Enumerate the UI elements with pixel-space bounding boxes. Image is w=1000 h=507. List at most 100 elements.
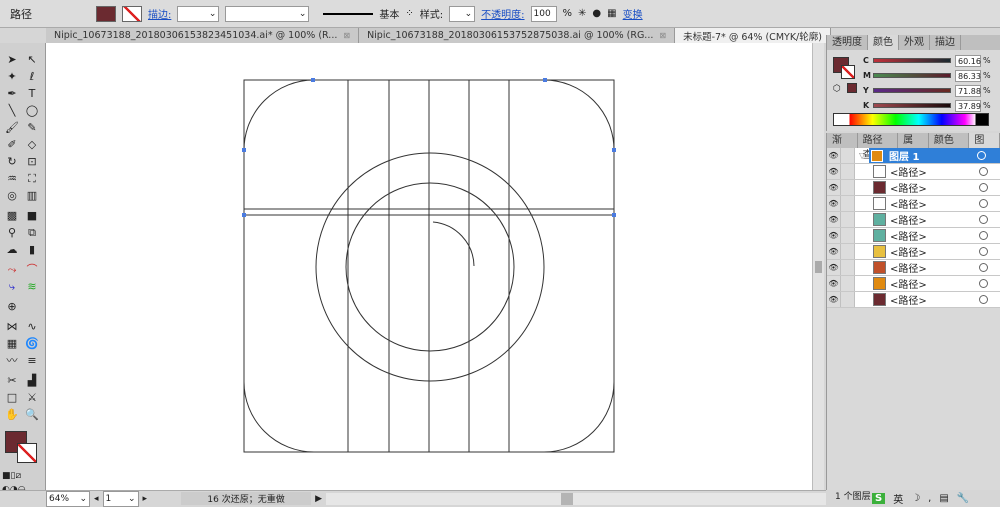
perspective-icon[interactable]: ▥ xyxy=(24,189,40,203)
target-icon[interactable] xyxy=(979,279,988,288)
zoom-tool-icon[interactable]: 🔍 xyxy=(24,408,40,422)
sogou-icon[interactable]: S xyxy=(872,492,886,504)
eye-icon[interactable]: 👁 xyxy=(827,148,841,163)
target-icon[interactable] xyxy=(977,151,986,160)
prev-artboard-icon[interactable]: ◂ xyxy=(94,494,99,504)
lock-toggle[interactable] xyxy=(841,148,855,163)
eye-icon[interactable]: 👁 xyxy=(827,180,841,195)
punct-icon[interactable]: , xyxy=(928,493,931,504)
rotate-tool-icon[interactable]: ↻ xyxy=(4,155,20,169)
lock-toggle[interactable] xyxy=(841,228,855,243)
tab-stroke[interactable]: 描边 xyxy=(930,35,961,50)
tools-icon[interactable]: 🔧 xyxy=(957,493,969,504)
stroke-label[interactable]: 描边: xyxy=(148,6,171,21)
pencil-tool-icon[interactable]: ✎ xyxy=(24,121,40,135)
target-icon[interactable] xyxy=(979,199,988,208)
close-icon[interactable]: ⊠ xyxy=(343,31,350,40)
style-dropdown[interactable]: ⌄ xyxy=(449,5,476,22)
path-name[interactable]: <路径> xyxy=(890,228,927,243)
zoom-dropdown[interactable]: 64% ⌄ xyxy=(46,490,90,507)
stroke-swatch[interactable] xyxy=(841,65,855,79)
lasso-icon[interactable]: ℓ xyxy=(24,70,40,84)
target-icon[interactable] xyxy=(979,183,988,192)
slice-tool-icon[interactable]: ✂ xyxy=(4,374,20,388)
tab-color-guide[interactable]: 颜色参 xyxy=(929,133,970,161)
eraser-icon[interactable]: ◇ xyxy=(24,138,40,152)
slider-c[interactable]: C 60.16% xyxy=(863,53,1000,68)
lock-toggle[interactable] xyxy=(841,260,855,275)
mesh-tool-icon[interactable]: ▩ xyxy=(4,209,20,223)
next-artboard-icon[interactable]: ▸ xyxy=(143,494,148,504)
eye-icon[interactable]: 👁 xyxy=(827,164,841,179)
type-tool-icon[interactable]: T xyxy=(24,87,40,101)
wave-shape-icon[interactable]: ∿ xyxy=(24,320,40,334)
path-name[interactable]: <路径> xyxy=(890,260,927,275)
direct-selection-icon[interactable]: ↖ xyxy=(24,53,40,67)
vertical-scrollbar[interactable] xyxy=(812,43,824,490)
color-mode-icons[interactable]: ■▯⧄ xyxy=(2,469,21,483)
arrange-icon[interactable]: ⁘ xyxy=(405,8,413,19)
sublayer-row[interactable]: 👁 <路径> xyxy=(827,244,1000,260)
chart-tool-icon[interactable]: ▟ xyxy=(24,374,40,388)
hand-tool-icon[interactable]: ✋ xyxy=(4,408,20,422)
curve-tool-icon[interactable]: ⌒ xyxy=(24,263,40,277)
doc-tab[interactable]: Nipic_10673188_20180306153752875038.ai @… xyxy=(359,28,676,43)
target-icon[interactable] xyxy=(979,263,988,272)
crosshair-tool-icon[interactable]: ⊕ xyxy=(4,300,20,314)
warp-tool-icon[interactable]: ♒ xyxy=(4,172,20,186)
eye-icon[interactable]: 👁 xyxy=(827,276,841,291)
sublayer-row[interactable]: 👁 <路径> xyxy=(827,196,1000,212)
layer-name[interactable]: 图层 1 xyxy=(889,148,919,163)
knife-tool-icon[interactable]: ⚔ xyxy=(24,391,40,405)
path-name[interactable]: <路径> xyxy=(890,212,927,227)
expand-icon[interactable]: ▽ xyxy=(859,151,869,160)
list-tool-icon[interactable]: ≡ xyxy=(24,354,40,368)
selection-tool-icon[interactable]: ➤ xyxy=(4,53,20,67)
align-icon[interactable]: ▦ xyxy=(607,8,616,19)
lock-toggle[interactable] xyxy=(841,196,855,211)
lock-toggle[interactable] xyxy=(841,292,855,307)
doc-tab-active[interactable]: 未标题-7* @ 64% (CMYK/轮廓) xyxy=(675,28,831,43)
target-icon[interactable] xyxy=(979,167,988,176)
sublayer-row[interactable]: 👁 <路径> xyxy=(827,164,1000,180)
zigzag-icon[interactable]: 〰 xyxy=(4,354,20,368)
recolor-icon[interactable]: ✳ xyxy=(578,8,586,19)
transform-link[interactable]: 变换 xyxy=(623,6,643,21)
gradient-tool-icon[interactable]: ■ xyxy=(24,209,40,223)
tab-layers[interactable]: 图层 xyxy=(969,133,1000,161)
eyedropper-icon[interactable]: ⚲ xyxy=(4,226,20,240)
sublayer-row[interactable]: 👁 <路径> xyxy=(827,228,1000,244)
blob-brush-icon[interactable]: ✐ xyxy=(4,138,20,152)
tab-attributes[interactable]: 属性 xyxy=(898,133,929,161)
k-value[interactable]: 37.89 xyxy=(955,99,981,112)
slider-m[interactable]: M 86.33% xyxy=(863,68,1000,83)
sublayer-row[interactable]: 👁 <路径> xyxy=(827,212,1000,228)
horizontal-scrollbar[interactable] xyxy=(325,492,826,505)
sublayer-row[interactable]: 👁 <路径> xyxy=(827,260,1000,276)
symbol-sprayer-icon[interactable]: ☁ xyxy=(4,243,20,257)
path-name[interactable]: <路径> xyxy=(890,292,927,307)
last-color-swatch[interactable] xyxy=(847,83,857,93)
sublayer-row[interactable]: 👁 <路径> xyxy=(827,292,1000,308)
target-icon[interactable] xyxy=(979,231,988,240)
layer-row[interactable]: 👁 ▽ 图层 1 xyxy=(827,148,1000,164)
y-value[interactable]: 71.88 xyxy=(955,84,981,97)
eye-icon[interactable]: 👁 xyxy=(827,228,841,243)
width-tool-icon[interactable]: ⤳ xyxy=(4,263,20,277)
envelope-icon[interactable]: ⋈ xyxy=(4,320,20,334)
shape-builder-icon[interactable]: ◎ xyxy=(4,189,20,203)
moon-icon[interactable]: ☽ xyxy=(911,493,920,504)
eye-icon[interactable]: 👁 xyxy=(827,196,841,211)
lock-toggle[interactable] xyxy=(841,180,855,195)
tab-pathfinder[interactable]: 路径查 xyxy=(858,133,899,161)
path-name[interactable]: <路径> xyxy=(890,276,927,291)
eye-icon[interactable]: 👁 xyxy=(827,260,841,275)
path-name[interactable]: <路径> xyxy=(890,244,927,259)
stroke-none-swatch[interactable] xyxy=(17,443,37,463)
blend-tool-icon[interactable]: ⧉ xyxy=(24,226,40,240)
path-name[interactable]: <路径> xyxy=(890,196,927,211)
stroke-weight-dropdown[interactable]: ⌄ xyxy=(177,5,220,22)
tab-color[interactable]: 颜色 xyxy=(868,35,899,50)
artboard-dropdown[interactable]: 1 ⌄ xyxy=(102,490,139,507)
doc-tab[interactable]: Nipic_10673188_20180306153823451034.ai* … xyxy=(46,28,360,43)
